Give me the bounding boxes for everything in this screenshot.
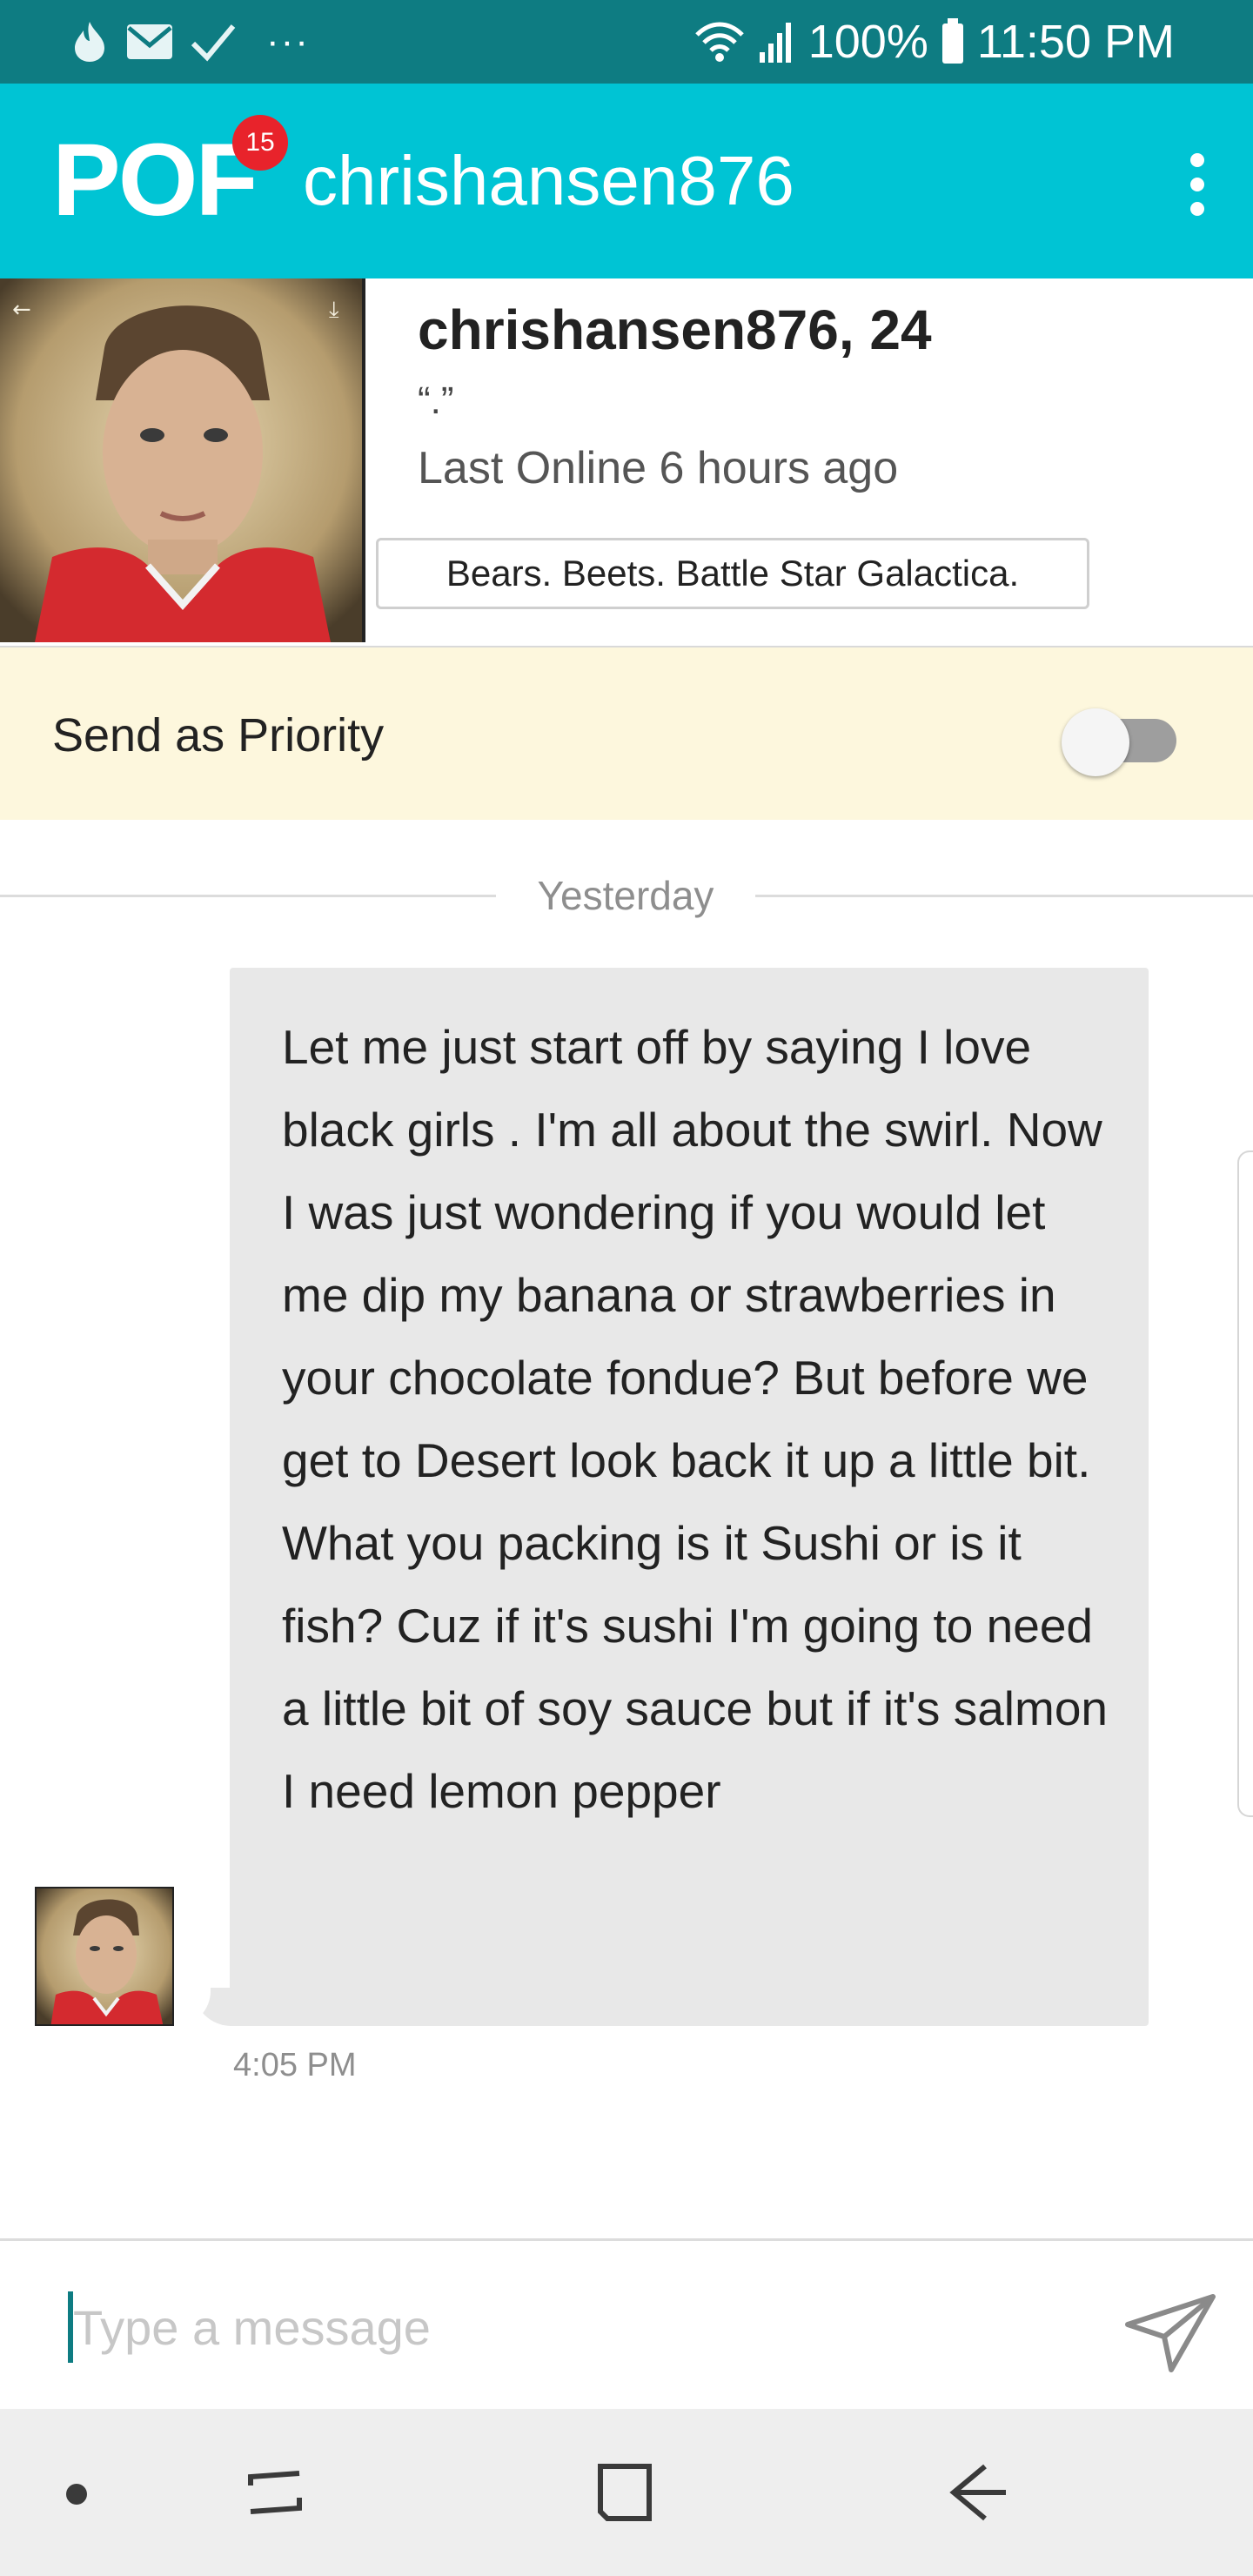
flame-icon — [75, 22, 104, 62]
profile-photo[interactable]: ← ⤓ — [0, 278, 365, 642]
divider — [755, 895, 1253, 897]
status-time: 11:50 PM — [976, 16, 1175, 68]
priority-row: Send as Priority — [0, 647, 1253, 820]
overflow-menu-icon[interactable] — [1180, 153, 1215, 216]
message-text: Let me just start off by saying I love b… — [282, 1020, 1108, 1818]
priority-label: Send as Priority — [52, 709, 385, 761]
back-icon[interactable] — [933, 2451, 1016, 2534]
day-separator: Yesterday — [0, 870, 1253, 922]
app-bar: POF 15 chrishansen876 — [0, 84, 1253, 278]
conversation-title[interactable]: chrishansen876 — [303, 146, 794, 216]
divider — [0, 895, 496, 897]
last-online-status: Last Online 6 hours ago — [418, 443, 899, 493]
message-input[interactable] — [73, 2288, 1030, 2366]
message-bubble[interactable]: Let me just start off by saying I love b… — [230, 968, 1149, 2026]
profile-headline: Bears. Beets. Battle Star Galactica. — [376, 538, 1089, 609]
bubble-tail-mask — [174, 1970, 211, 2026]
avatar[interactable] — [35, 1887, 174, 2026]
signal-icon — [759, 23, 791, 63]
battery-percent: 100% — [807, 16, 928, 68]
notification-badge[interactable]: 15 — [232, 115, 288, 171]
svg-text:←: ← — [12, 297, 31, 323]
wifi-icon — [694, 22, 744, 62]
system-nav-bar — [0, 2409, 1253, 2576]
status-system: 100% 11:50 PM — [694, 14, 1175, 70]
pof-logo[interactable]: POF — [52, 129, 258, 231]
day-label: Yesterday — [537, 873, 714, 918]
message-composer — [0, 2238, 1253, 2409]
message-timestamp: 4:05 PM — [233, 2047, 357, 2083]
send-icon[interactable] — [1122, 2291, 1218, 2375]
mail-icon — [127, 24, 172, 59]
svg-text:⤓: ⤓ — [329, 297, 339, 323]
nav-dot-icon[interactable] — [66, 2484, 87, 2505]
check-icon — [191, 24, 236, 62]
battery-icon — [941, 18, 963, 64]
priority-toggle-thumb[interactable] — [1062, 708, 1129, 776]
status-notifications: ··· — [70, 14, 310, 70]
side-panel-handle[interactable] — [1237, 1150, 1253, 1817]
status-bar: ··· 100% 11:50 PM — [0, 0, 1253, 84]
profile-quote: “.” — [418, 379, 454, 422]
profile-header: ← ⤓ chrishansen876, 24 “.” Last Online 6… — [0, 278, 1253, 647]
profile-name-age[interactable]: chrishansen876, 24 — [418, 298, 932, 362]
status-more: ··· — [266, 20, 310, 63]
recents-icon[interactable] — [233, 2451, 317, 2534]
home-icon[interactable] — [581, 2451, 665, 2534]
